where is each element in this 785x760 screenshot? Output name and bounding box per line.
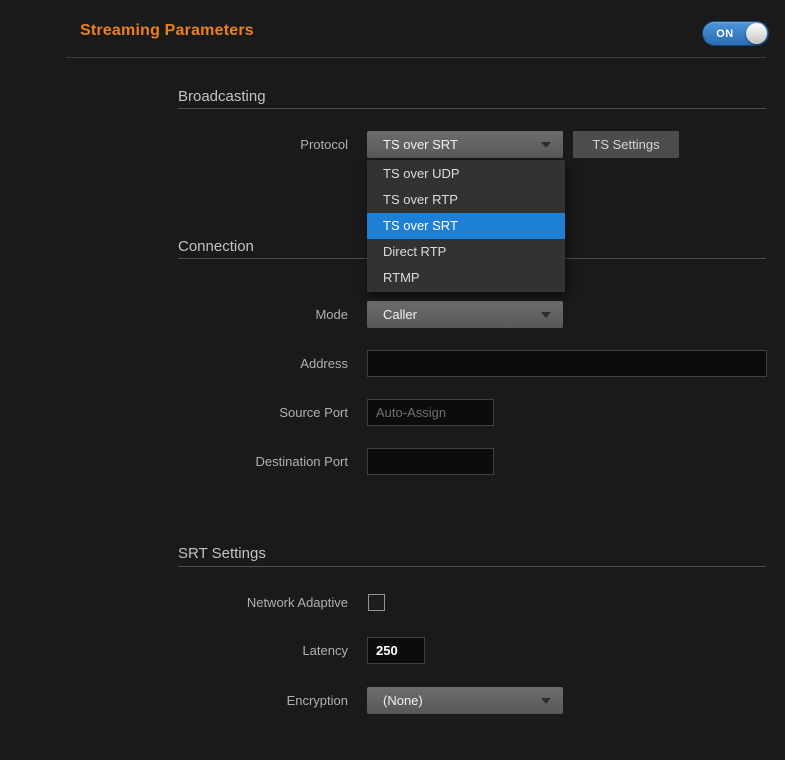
protocol-dropdown-menu: TS over UDPTS over RTPTS over SRTDirect … <box>367 160 565 292</box>
protocol-option-ts-over-srt[interactable]: TS over SRT <box>367 213 565 239</box>
mode-label: Mode <box>178 301 348 328</box>
source-port-label: Source Port <box>178 399 348 426</box>
page-title: Streaming Parameters <box>80 22 254 40</box>
srt-settings-section-heading: SRT Settings <box>178 545 266 562</box>
latency-label: Latency <box>178 637 348 664</box>
chevron-down-icon <box>541 142 551 148</box>
protocol-label: Protocol <box>178 131 348 158</box>
mode-select[interactable]: Caller <box>367 301 563 328</box>
network-adaptive-checkbox[interactable] <box>368 594 385 611</box>
address-label: Address <box>178 350 348 377</box>
destination-port-input[interactable] <box>367 448 494 475</box>
ts-settings-button[interactable]: TS Settings <box>573 131 679 158</box>
latency-input[interactable] <box>367 637 425 664</box>
protocol-select[interactable]: TS over SRT <box>367 131 563 158</box>
chevron-down-icon <box>541 698 551 704</box>
toggle-on-label: ON <box>703 22 747 45</box>
protocol-option-ts-over-udp[interactable]: TS over UDP <box>367 161 565 187</box>
source-port-input[interactable] <box>367 399 494 426</box>
toggle-knob-icon[interactable] <box>746 23 767 44</box>
streaming-enable-toggle[interactable]: ON <box>703 22 768 45</box>
destination-port-label: Destination Port <box>178 448 348 475</box>
protocol-option-rtmp[interactable]: RTMP <box>367 265 565 291</box>
network-adaptive-label: Network Adaptive <box>178 589 348 616</box>
broadcasting-section-divider <box>178 108 766 109</box>
protocol-select-value: TS over SRT <box>383 137 458 152</box>
connection-section-heading: Connection <box>178 238 254 255</box>
mode-select-value: Caller <box>383 307 417 322</box>
header-divider <box>66 57 766 58</box>
address-input[interactable] <box>367 350 767 377</box>
protocol-option-direct-rtp[interactable]: Direct RTP <box>367 239 565 265</box>
srt-settings-section-divider <box>178 566 766 567</box>
broadcasting-section-heading: Broadcasting <box>178 88 266 105</box>
protocol-option-ts-over-rtp[interactable]: TS over RTP <box>367 187 565 213</box>
encryption-select-value: (None) <box>383 693 423 708</box>
encryption-label: Encryption <box>178 687 348 714</box>
encryption-select[interactable]: (None) <box>367 687 563 714</box>
chevron-down-icon <box>541 312 551 318</box>
